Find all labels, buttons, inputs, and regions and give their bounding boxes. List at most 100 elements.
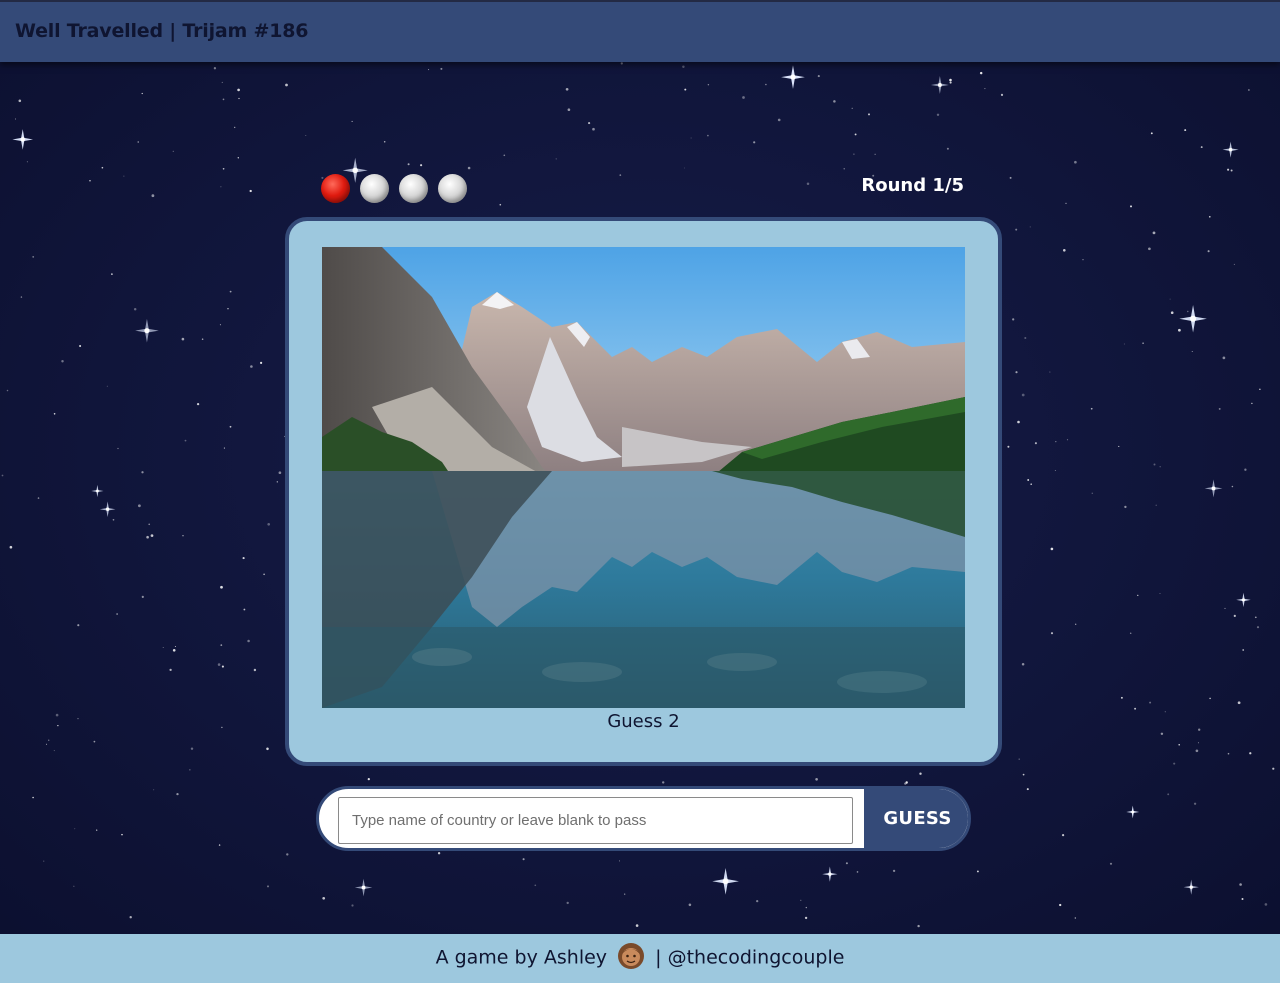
star: [181, 337, 185, 341]
star: [222, 98, 225, 101]
star: [1191, 351, 1193, 353]
star: [1049, 371, 1051, 373]
star: [1015, 371, 1018, 374]
star: [1178, 744, 1180, 746]
star: [817, 75, 820, 78]
star: [96, 829, 98, 831]
star: [1169, 298, 1171, 300]
star: [1026, 788, 1029, 791]
star: [229, 425, 232, 428]
guess-counter: Guess 2: [607, 711, 680, 732]
star: [1007, 445, 1010, 448]
star: [1075, 623, 1077, 625]
star: [213, 67, 217, 70]
star: [182, 534, 184, 537]
star: [18, 99, 22, 103]
star: [688, 903, 692, 907]
star: [101, 166, 104, 169]
sparkle-star: [1204, 479, 1223, 498]
star: [32, 256, 35, 258]
star: [238, 97, 240, 100]
guess-button[interactable]: GUESS: [864, 789, 968, 848]
star: [683, 167, 685, 169]
star: [1227, 752, 1230, 755]
star: [266, 747, 269, 751]
star: [286, 853, 289, 856]
star: [936, 113, 940, 117]
star: [123, 175, 125, 177]
star: [1153, 463, 1156, 466]
star: [153, 789, 155, 791]
star: [522, 858, 525, 861]
location-photo: [322, 247, 965, 708]
star: [1254, 616, 1257, 619]
star: [112, 518, 115, 521]
star: [89, 180, 91, 182]
star: [243, 608, 246, 611]
star: [9, 545, 13, 549]
star: [247, 639, 250, 643]
star: [220, 644, 223, 646]
star: [1227, 168, 1230, 171]
life-dot-1: [321, 174, 350, 203]
star: [201, 338, 204, 340]
star: [1137, 594, 1139, 597]
sparkle-star: [1126, 805, 1140, 819]
star: [1027, 479, 1030, 481]
footer-credit: A game by Ashley: [435, 946, 608, 969]
star: [219, 324, 221, 326]
star: [1233, 263, 1235, 265]
star: [1264, 903, 1268, 906]
star: [1218, 407, 1221, 410]
star: [285, 83, 288, 87]
star: [555, 158, 557, 160]
star: [949, 78, 952, 82]
star: [45, 743, 48, 745]
star: [503, 154, 506, 157]
avatar-icon: [618, 943, 645, 969]
star: [111, 273, 113, 275]
star: [567, 108, 571, 112]
star: [250, 365, 253, 368]
star: [73, 885, 75, 887]
star: [805, 906, 807, 909]
star: [26, 161, 28, 163]
star: [1, 474, 4, 477]
star: [237, 157, 239, 159]
star: [777, 118, 781, 122]
star: [267, 885, 269, 888]
star: [322, 896, 326, 900]
star: [815, 777, 818, 781]
sparkle-star: [135, 318, 159, 343]
star: [189, 769, 191, 771]
sparkle-star: [822, 866, 838, 882]
country-input[interactable]: [338, 797, 853, 844]
star: [662, 781, 665, 784]
star: [138, 504, 141, 508]
sparkle-star: [91, 484, 104, 498]
star: [1066, 439, 1069, 441]
star: [217, 663, 221, 666]
star: [249, 189, 252, 193]
star: [77, 624, 80, 627]
star: [146, 535, 149, 539]
star: [351, 120, 353, 122]
star: [229, 290, 232, 293]
star: [1187, 310, 1189, 313]
page-title: Well Travelled | Trijam #186: [15, 20, 309, 42]
star: [106, 385, 108, 387]
sparkle-star: [12, 129, 34, 150]
star: [1029, 226, 1031, 228]
star: [53, 413, 56, 415]
star: [48, 739, 50, 741]
star: [467, 166, 471, 170]
star: [619, 174, 622, 176]
star: [1159, 593, 1161, 594]
sparkle-star: [712, 867, 739, 895]
star: [1059, 903, 1062, 907]
star: [635, 924, 639, 927]
star: [20, 296, 23, 298]
star: [707, 83, 710, 86]
star: [800, 899, 802, 901]
star: [1272, 767, 1275, 770]
